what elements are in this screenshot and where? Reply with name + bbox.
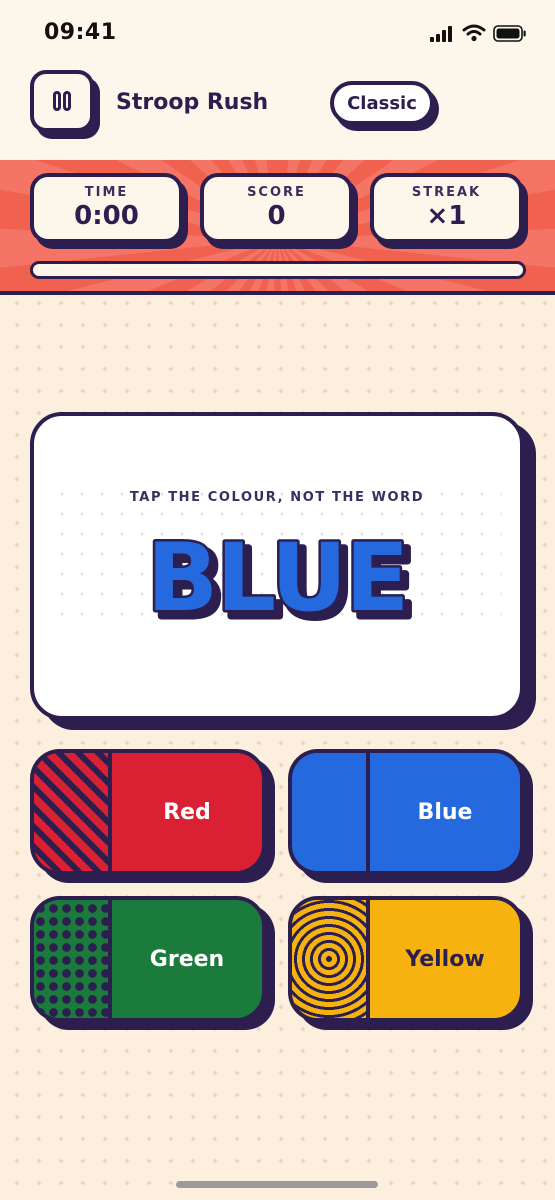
answer-label: Yellow — [405, 946, 485, 972]
time-label: TIME — [84, 185, 129, 200]
wifi-icon — [462, 24, 486, 42]
status-time: 09:41 — [44, 20, 117, 45]
answer-blue-button[interactable]: Blue — [288, 749, 524, 875]
mode-button[interactable]: Classic — [330, 81, 434, 125]
score-value: 0 — [267, 201, 286, 231]
time-value: 0:00 — [74, 201, 139, 231]
streak-stat: STREAK ×1 — [370, 173, 523, 243]
cellular-signal-icon — [430, 26, 456, 42]
answer-red-button[interactable]: Red — [30, 749, 266, 875]
pause-icon — [53, 91, 71, 111]
pause-button[interactable] — [30, 70, 94, 132]
svg-text:BLUE: BLUE — [147, 524, 408, 633]
battery-icon — [493, 25, 526, 42]
answer-yellow-button[interactable]: Yellow — [288, 896, 524, 1022]
answer-green-button[interactable]: Green — [30, 896, 266, 1022]
score-label: SCORE — [247, 185, 306, 200]
stripe-pattern — [34, 753, 112, 871]
stimulus-word: BLUE BLUE — [144, 522, 419, 642]
word-card: TAP THE COLOUR, NOT THE WORD BLUE BLUE — [30, 412, 524, 720]
answer-label: Blue — [417, 799, 473, 825]
progress-bar — [30, 261, 526, 279]
home-indicator[interactable] — [176, 1181, 378, 1188]
score-stat: SCORE 0 — [200, 173, 353, 243]
instruction-text: TAP THE COLOUR, NOT THE WORD — [129, 490, 425, 505]
solid-pattern — [292, 753, 370, 871]
app-title: Stroop Rush — [116, 90, 269, 115]
streak-label: STREAK — [411, 185, 482, 200]
dot-pattern — [34, 900, 112, 1018]
ring-pattern — [292, 900, 370, 1018]
time-stat: TIME 0:00 — [30, 173, 183, 243]
answer-label: Red — [163, 799, 211, 825]
answer-label: Green — [149, 946, 225, 972]
streak-value: ×1 — [426, 201, 467, 231]
